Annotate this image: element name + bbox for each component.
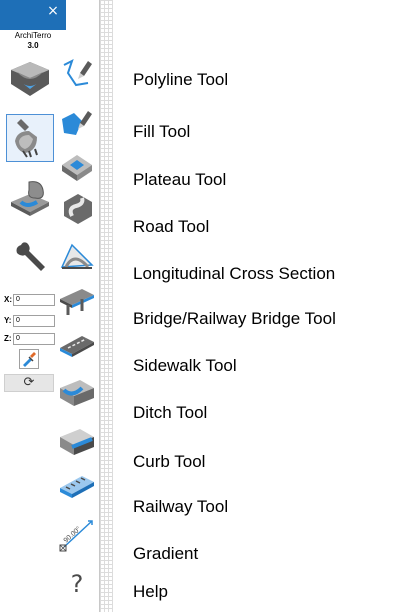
excavator-button[interactable]	[6, 114, 54, 162]
tool-label-ditch: Ditch Tool	[133, 403, 208, 422]
sidewalk-icon	[60, 336, 94, 357]
ditch-tool-button[interactable]	[58, 374, 96, 412]
tool-label-sidewalk: Sidewalk Tool	[133, 356, 237, 375]
pick-point-button[interactable]	[19, 349, 39, 369]
y-label: Y:	[4, 316, 12, 325]
close-button[interactable]: ×	[46, 4, 60, 18]
refresh-button[interactable]: ⟳	[4, 374, 54, 392]
curb-icon	[60, 429, 94, 455]
tool-label-curb: Curb Tool	[133, 452, 206, 471]
terrain-icon	[11, 62, 49, 96]
polyline-tool-button[interactable]	[58, 55, 96, 93]
x-field[interactable]: 0	[13, 294, 55, 306]
z-label: Z:	[4, 334, 12, 343]
sidewalk-tool-button[interactable]	[58, 326, 96, 364]
palette-titlebar[interactable]: ×	[0, 0, 66, 30]
gradient-angle-text: 90.00°	[62, 525, 83, 545]
plateau-icon	[62, 155, 92, 181]
tool-label-bridge: Bridge/Railway Bridge Tool	[133, 309, 336, 328]
tool-label-plateau: Plateau Tool	[133, 170, 227, 189]
tool-label-help: Help	[133, 582, 168, 601]
curb-tool-button[interactable]	[58, 423, 96, 461]
ditch-icon	[60, 380, 94, 406]
tool-palette: × ArchiTerro 3.0 X: 0 Y: 0 Z: 0 ⟳ 90.00°…	[0, 0, 100, 612]
wrench-icon	[16, 242, 45, 271]
app-version: 3.0	[27, 41, 39, 50]
z-field[interactable]: 0	[13, 333, 55, 345]
tool-label-gradient: Gradient	[133, 544, 199, 563]
z-coordinate-row: Z: 0	[4, 333, 55, 345]
eyedropper-icon	[23, 352, 36, 367]
gradient-tool-button[interactable]: 90.00°	[58, 515, 96, 553]
fill-tool-button[interactable]	[58, 105, 96, 143]
tool-label-polyline: Polyline Tool	[133, 70, 229, 89]
y-coordinate-row: Y: 0	[4, 315, 55, 327]
excavator-icon	[15, 119, 38, 158]
terrain-modify-button[interactable]	[6, 175, 54, 223]
settings-button[interactable]	[6, 234, 54, 282]
tool-label-cross-section: Longitudinal Cross Section	[133, 264, 336, 283]
railway-tool-button[interactable]	[58, 468, 96, 506]
help-icon: ?	[70, 570, 84, 598]
road-icon	[64, 194, 92, 224]
bridge-icon	[60, 289, 94, 315]
terrain-modify-icon	[11, 181, 49, 216]
cross-section-tool-button[interactable]	[58, 237, 96, 275]
polyline-icon	[63, 59, 92, 87]
cross-section-icon	[60, 243, 94, 269]
bridge-tool-button[interactable]	[58, 283, 96, 321]
plateau-tool-button[interactable]	[58, 147, 96, 185]
y-field[interactable]: 0	[13, 315, 55, 327]
railway-icon	[60, 476, 94, 498]
terrain-button[interactable]	[6, 55, 54, 103]
tool-label-fill: Fill Tool	[133, 122, 191, 141]
x-label: X:	[4, 295, 12, 304]
help-button[interactable]: ?	[58, 566, 96, 604]
gradient-icon: 90.00°	[59, 520, 93, 552]
tool-label-road: Road Tool	[133, 217, 210, 236]
tool-label-railway: Railway Tool	[133, 497, 229, 516]
x-coordinate-row: X: 0	[4, 294, 55, 306]
fill-icon	[62, 111, 92, 135]
road-tool-button[interactable]	[58, 190, 96, 228]
app-name: ArchiTerro	[14, 31, 52, 40]
